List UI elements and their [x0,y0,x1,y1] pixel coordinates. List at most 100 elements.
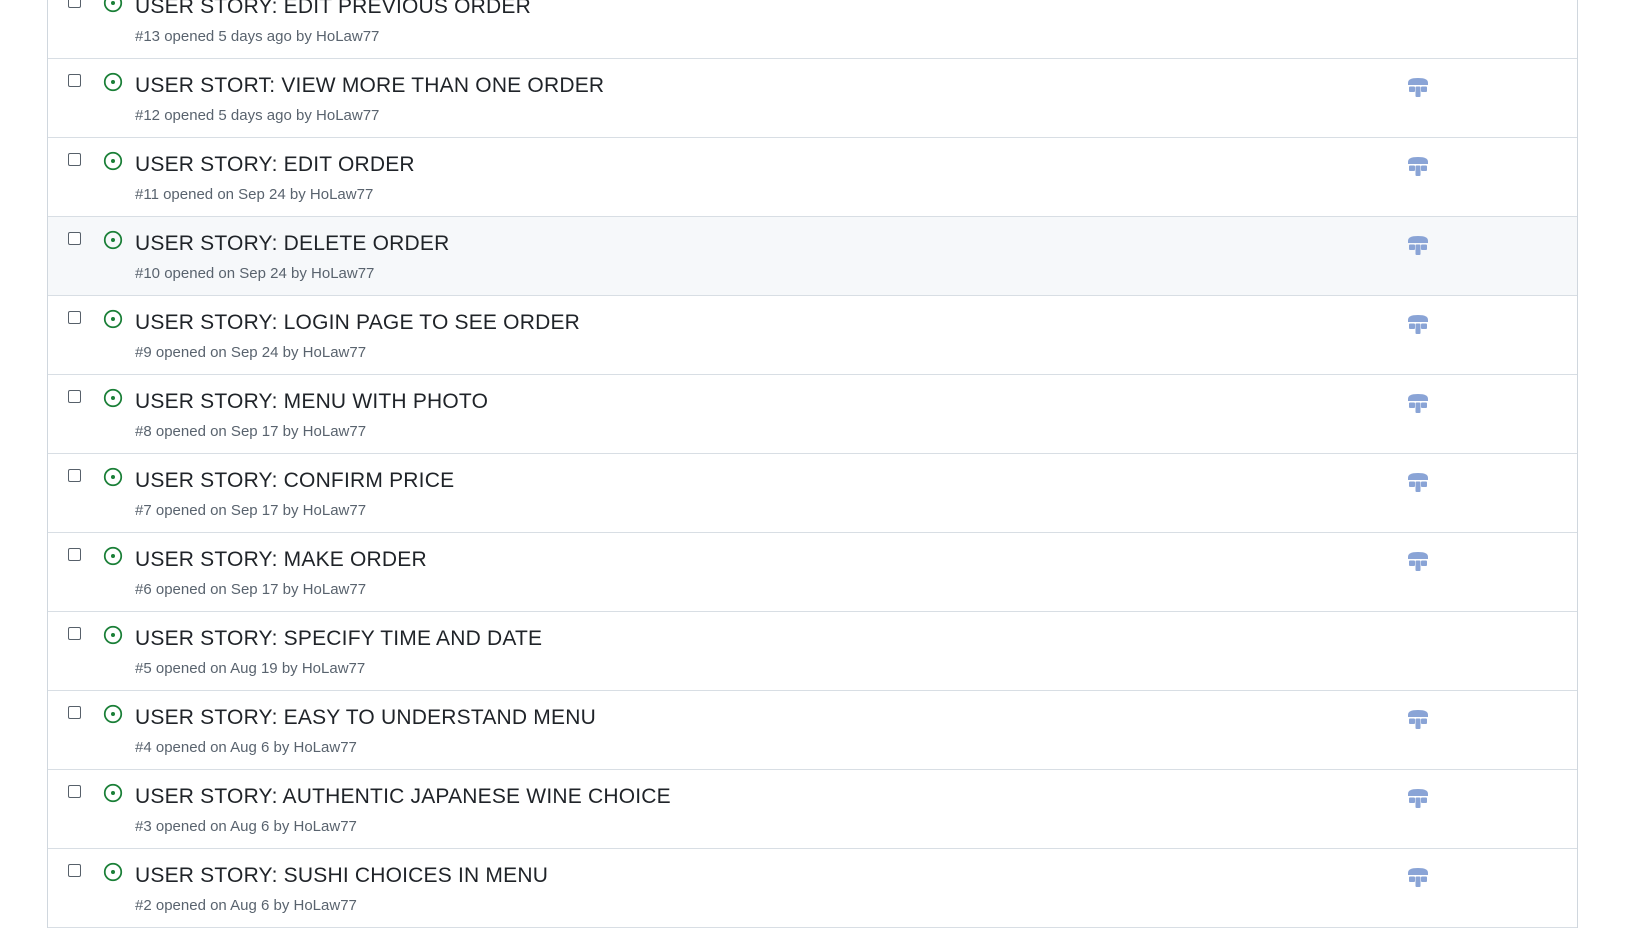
issue-title-link[interactable]: USER STORY: DELETE ORDER [135,232,449,256]
project-board-icon[interactable] [1406,391,1430,415]
issue-row[interactable]: USER STORY: EDIT PREVIOUS ORDER #13 open… [48,0,1577,59]
issue-meta: #10 opened on Sep 24 by HoLaw77 [135,265,374,282]
issue-title-link[interactable]: USER STORY: CONFIRM PRICE [135,469,454,493]
issue-opened-text: opened on Sep 24 [163,186,286,203]
issue-author-link[interactable]: HoLaw77 [294,818,357,835]
issue-title-link[interactable]: USER STORY: MAKE ORDER [135,548,427,572]
issue-author-link[interactable]: HoLaw77 [303,344,366,361]
issue-number: #8 [135,423,152,440]
issue-select-checkbox[interactable] [68,311,81,324]
issue-list: USER STORY: EDIT PREVIOUS ORDER #13 open… [47,0,1578,928]
issue-opened-icon [103,546,123,566]
issue-title-link[interactable]: USER STORY: AUTHENTIC JAPANESE WINE CHOI… [135,785,671,809]
issue-author-link[interactable]: HoLaw77 [316,107,379,124]
issue-by-text: by [289,186,306,203]
issue-select-checkbox[interactable] [68,0,81,8]
issue-number: #13 [135,28,161,45]
issue-meta: #5 opened on Aug 19 by HoLaw77 [135,660,365,677]
issue-row[interactable]: USER STORY: MAKE ORDER #6 opened on Sep … [48,533,1577,612]
issue-number: #12 [135,107,161,124]
issue-author-link[interactable]: HoLaw77 [294,739,357,756]
issue-select-checkbox[interactable] [68,153,81,166]
issue-meta: #4 opened on Aug 6 by HoLaw77 [135,739,357,756]
issue-author-link[interactable]: HoLaw77 [302,660,365,677]
project-board-icon[interactable] [1406,786,1430,810]
issue-opened-icon [103,783,123,803]
project-board-icon[interactable] [1406,154,1430,178]
issue-title-link[interactable]: USER STORY: EDIT ORDER [135,153,415,177]
issue-by-text: by [282,423,299,440]
issue-author-link[interactable]: HoLaw77 [316,28,379,45]
issue-number: #5 [135,660,152,677]
issue-opened-text: opened on Sep 24 [164,265,287,282]
issue-row[interactable]: USER STORY: EASY TO UNDERSTAND MENU #4 o… [48,691,1577,770]
issue-meta: #9 opened on Sep 24 by HoLaw77 [135,344,366,361]
issue-title-link[interactable]: USER STORY: EASY TO UNDERSTAND MENU [135,706,596,730]
issue-opened-icon [103,230,123,250]
issue-number: #2 [135,897,152,914]
issue-select-checkbox[interactable] [68,706,81,719]
issue-title-link[interactable]: USER STORY: MENU WITH PHOTO [135,390,488,414]
issue-author-link[interactable]: HoLaw77 [303,423,366,440]
issue-number: #7 [135,502,152,519]
issue-author-link[interactable]: HoLaw77 [311,265,374,282]
issue-select-checkbox[interactable] [68,74,81,87]
issue-title-link[interactable]: USER STORY: LOGIN PAGE TO SEE ORDER [135,311,580,335]
issue-title-link[interactable]: USER STORY: SUSHI CHOICES IN MENU [135,864,548,888]
issue-opened-icon [103,151,123,171]
issue-opened-text: opened on Sep 17 [155,502,279,519]
issue-opened-icon [103,704,123,724]
issue-meta: #8 opened on Sep 17 by HoLaw77 [135,423,366,440]
issue-by-text: by [273,897,290,914]
issue-opened-text: opened on Sep 17 [155,581,279,598]
project-board-icon[interactable] [1406,75,1430,99]
issue-select-checkbox[interactable] [68,469,81,482]
issue-row[interactable]: USER STORY: CONFIRM PRICE #7 opened on S… [48,454,1577,533]
project-board-icon[interactable] [1406,707,1430,731]
issue-opened-icon [103,388,123,408]
issue-row[interactable]: USER STORY: MENU WITH PHOTO #8 opened on… [48,375,1577,454]
issue-author-link[interactable]: HoLaw77 [303,502,366,519]
issue-author-link[interactable]: HoLaw77 [294,897,357,914]
issue-meta: #13 opened 5 days ago by HoLaw77 [135,28,379,45]
issue-row[interactable]: USER STORY: SUSHI CHOICES IN MENU #2 ope… [48,849,1577,928]
issue-select-checkbox[interactable] [68,548,81,561]
issue-opened-text: opened on Aug 6 [155,897,270,914]
issue-opened-icon [103,309,123,329]
issue-opened-text: opened on Aug 19 [155,660,278,677]
issue-author-link[interactable]: HoLaw77 [303,581,366,598]
issue-opened-text: opened 5 days ago [164,107,292,124]
issue-opened-text: opened on Aug 6 [155,818,270,835]
project-board-icon[interactable] [1406,865,1430,889]
project-board-icon[interactable] [1406,233,1430,257]
project-board-icon[interactable] [1406,470,1430,494]
issue-select-checkbox[interactable] [68,390,81,403]
issue-row[interactable]: USER STORT: VIEW MORE THAN ONE ORDER #12… [48,59,1577,138]
issue-select-checkbox[interactable] [68,627,81,640]
issue-select-checkbox[interactable] [68,785,81,798]
issue-by-text: by [291,265,307,282]
issue-by-text: by [282,344,299,361]
issue-row[interactable]: USER STORY: EDIT ORDER #11 opened on Sep… [48,138,1577,217]
issue-opened-text: opened on Sep 24 [155,344,279,361]
issue-by-text: by [282,581,299,598]
issue-title-link[interactable]: USER STORY: EDIT PREVIOUS ORDER [135,0,531,19]
issue-author-link[interactable]: HoLaw77 [310,186,373,203]
issue-meta: #11 opened on Sep 24 by HoLaw77 [135,186,373,203]
issue-by-text: by [281,660,298,677]
issue-select-checkbox[interactable] [68,864,81,877]
issue-by-text: by [296,107,312,124]
issue-meta: #3 opened on Aug 6 by HoLaw77 [135,818,357,835]
project-board-icon[interactable] [1406,312,1430,336]
issue-row[interactable]: USER STORY: SPECIFY TIME AND DATE #5 ope… [48,612,1577,691]
issue-select-checkbox[interactable] [68,232,81,245]
issue-opened-icon [103,467,123,487]
issue-row[interactable]: USER STORY: DELETE ORDER #10 opened on S… [48,217,1577,296]
issue-row[interactable]: USER STORY: LOGIN PAGE TO SEE ORDER #9 o… [48,296,1577,375]
issue-title-link[interactable]: USER STORT: VIEW MORE THAN ONE ORDER [135,74,604,98]
issue-row[interactable]: USER STORY: AUTHENTIC JAPANESE WINE CHOI… [48,770,1577,849]
project-board-icon[interactable] [1406,549,1430,573]
issue-opened-text: opened on Sep 17 [155,423,279,440]
issue-by-text: by [296,28,312,45]
issue-title-link[interactable]: USER STORY: SPECIFY TIME AND DATE [135,627,542,651]
